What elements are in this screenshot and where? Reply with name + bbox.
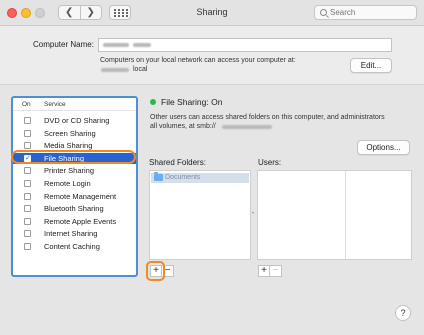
service-row[interactable]: Printer Sharing <box>13 165 136 176</box>
service-label: Remote Management <box>44 191 117 201</box>
service-label: Media Sharing <box>44 141 93 151</box>
shared-folders-list[interactable]: Documents <box>149 170 251 260</box>
computer-name-field[interactable] <box>98 38 392 52</box>
computer-name-description: Computers on your local network can acce… <box>100 57 296 64</box>
sharing-description-line1: Other users can access shared folders on… <box>150 114 385 121</box>
column-header-on: On <box>22 101 31 108</box>
remove-shared-folder-button[interactable]: − <box>162 265 174 277</box>
users-column-divider <box>345 171 346 259</box>
service-row[interactable]: Internet Sharing <box>13 228 136 239</box>
users-label: Users: <box>258 158 282 167</box>
service-checkbox[interactable] <box>24 129 31 137</box>
folder-name: Documents <box>165 174 201 181</box>
service-label: Bluetooth Sharing <box>44 204 104 214</box>
service-checkbox[interactable]: ✓ <box>24 154 31 162</box>
service-row[interactable]: Bluetooth Sharing <box>13 203 136 214</box>
service-label: Internet Sharing <box>44 229 98 239</box>
service-row[interactable]: DVD or CD Sharing <box>13 115 136 126</box>
service-label: File Sharing <box>44 153 85 163</box>
redacted-smb-address <box>222 125 272 129</box>
folder-icon <box>154 172 163 181</box>
add-shared-folder-button[interactable]: + <box>150 265 162 277</box>
options-button[interactable]: Options... <box>357 140 410 155</box>
status-indicator-dot <box>150 99 156 105</box>
remove-user-button[interactable]: − <box>270 265 282 277</box>
add-user-button[interactable]: + <box>258 265 270 277</box>
service-checkbox[interactable] <box>24 192 31 200</box>
service-row[interactable]: Remote Login <box>13 178 136 189</box>
list-item[interactable]: Documents <box>151 172 249 183</box>
split-divider-handle[interactable]: • <box>252 211 254 217</box>
service-label: DVD or CD Sharing <box>44 116 110 125</box>
service-row[interactable]: Screen Sharing <box>13 128 136 139</box>
sharing-description-line2: all volumes, at smb:// <box>150 123 216 130</box>
redacted-computer-name <box>103 43 129 47</box>
service-row[interactable]: Remote Apple Events <box>13 216 136 227</box>
search-field[interactable] <box>314 5 417 20</box>
column-header-service: Service <box>44 101 66 108</box>
service-label: Screen Sharing <box>44 128 96 138</box>
service-checkbox[interactable] <box>24 180 31 187</box>
service-checkbox[interactable] <box>24 230 31 238</box>
edit-button[interactable]: Edit... <box>350 58 392 73</box>
service-row[interactable]: ✓ File Sharing <box>13 152 136 164</box>
service-row[interactable]: Content Caching <box>13 241 136 252</box>
users-list[interactable] <box>257 170 412 260</box>
sharing-description: Other users can access shared folders on… <box>150 113 412 131</box>
service-list-header: On Service <box>13 98 136 111</box>
users-add-remove: + − <box>258 265 282 278</box>
computer-name-label: Computer Name: <box>33 40 94 49</box>
title-bar: ❮ ❯ Sharing <box>0 0 424 26</box>
service-list[interactable]: On Service DVD or CD Sharing Screen Shari… <box>11 96 138 277</box>
service-checkbox[interactable] <box>24 117 31 124</box>
sharing-status: File Sharing: On <box>161 97 223 107</box>
redacted-local-hostname <box>101 68 129 72</box>
shared-folders-add-remove: + − <box>150 265 174 278</box>
service-checkbox[interactable] <box>24 167 31 175</box>
service-row[interactable]: Remote Management <box>13 191 136 202</box>
local-hostname-suffix: local <box>133 66 148 73</box>
search-input[interactable] <box>330 7 414 18</box>
help-button[interactable]: ? <box>395 305 411 321</box>
service-label: Content Caching <box>44 242 100 251</box>
service-label: Printer Sharing <box>44 166 95 176</box>
service-checkbox[interactable] <box>24 243 31 250</box>
service-label: Remote Apple Events <box>44 216 117 226</box>
service-row[interactable]: Media Sharing <box>13 140 136 151</box>
service-checkbox[interactable] <box>24 142 31 150</box>
search-icon <box>320 9 327 16</box>
shared-folders-label: Shared Folders: <box>149 158 206 167</box>
service-checkbox[interactable] <box>24 205 31 213</box>
service-label: Remote Login <box>44 179 91 188</box>
service-checkbox[interactable] <box>24 217 31 225</box>
